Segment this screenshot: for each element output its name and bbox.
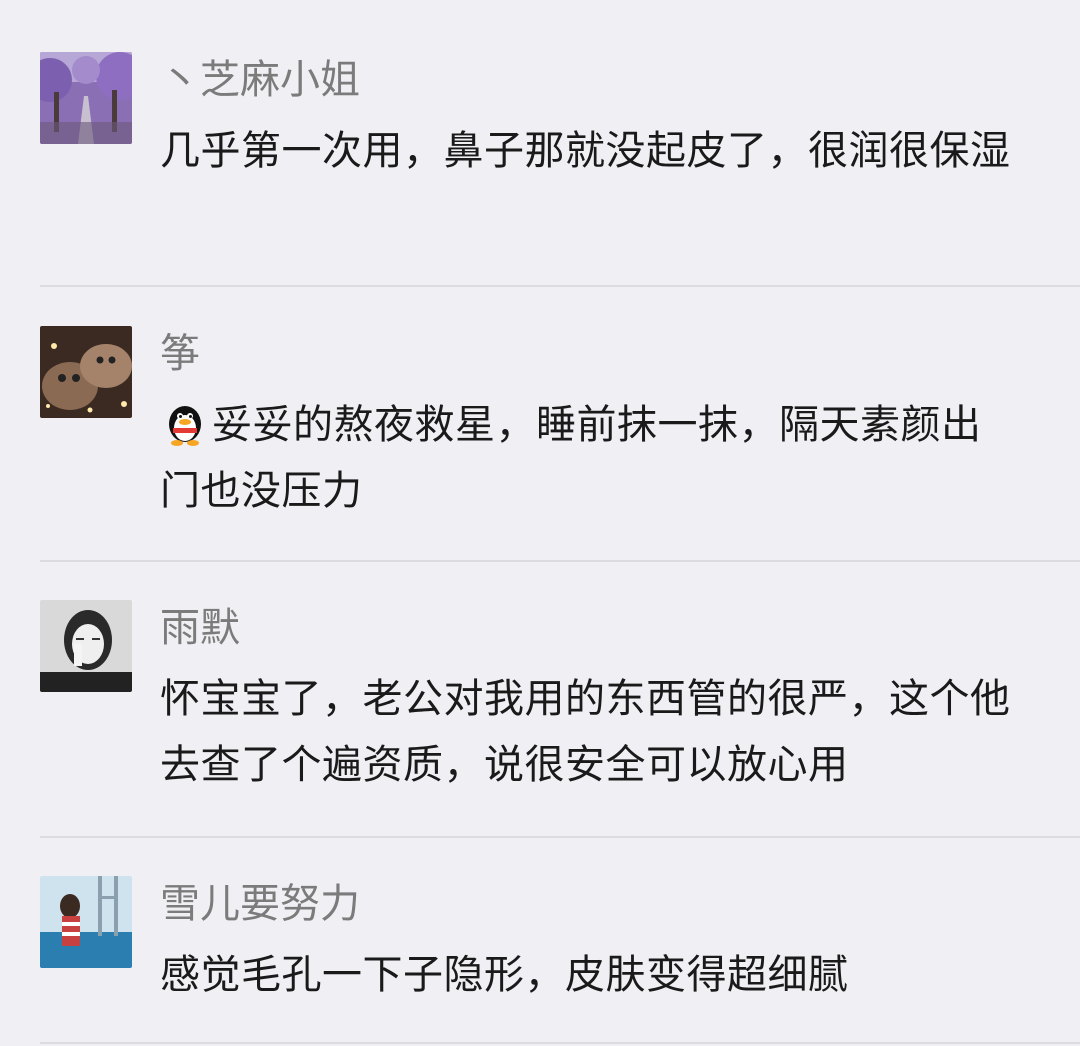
purple-tree-lined-road-photo-icon bbox=[40, 52, 132, 144]
comment-item: 雪儿要努力 感觉毛孔一下子隐形，皮肤变得超细腻 bbox=[0, 838, 1080, 1046]
comment-item: 筝 妥妥的熬夜救星，睡前抹一抹，隔天素颜出门也没压力 bbox=[0, 288, 1080, 562]
comment-item: 丶芝麻小姐 几乎第一次用，鼻子那就没起皮了，很润很保湿 bbox=[0, 0, 1080, 288]
girl-at-pool-photo-icon bbox=[40, 876, 132, 968]
avatar[interactable] bbox=[40, 876, 132, 968]
comment-nickname[interactable]: 筝 bbox=[160, 326, 200, 382]
comment-text-body: 妥妥的熬夜救星，睡前抹一抹，隔天素颜出门也没压力 bbox=[160, 402, 982, 514]
comment-item: 雨默 怀宝宝了，老公对我用的东西管的很严，这个他去查了个遍资质，说很安全可以放心… bbox=[0, 562, 1080, 838]
cat-photo-icon bbox=[40, 326, 132, 418]
comment-nickname[interactable]: 雪儿要努力 bbox=[160, 876, 360, 932]
avatar[interactable] bbox=[40, 326, 132, 418]
comment-nickname[interactable]: 雨默 bbox=[160, 600, 240, 656]
comment-nickname[interactable]: 丶芝麻小姐 bbox=[160, 52, 360, 108]
comment-text: 感觉毛孔一下子隐形，皮肤变得超细腻 bbox=[160, 952, 849, 998]
avatar[interactable] bbox=[40, 52, 132, 144]
girl-selfie-photo-icon bbox=[40, 600, 132, 692]
comment-list: 丶芝麻小姐 几乎第一次用，鼻子那就没起皮了，很润很保湿 筝 妥妥的熬夜救星，睡前… bbox=[0, 0, 1080, 1046]
divider bbox=[40, 285, 1080, 287]
avatar[interactable] bbox=[40, 600, 132, 692]
qq-penguin-icon bbox=[160, 396, 210, 446]
comment-text: 怀宝宝了，老公对我用的东西管的很严，这个他去查了个遍资质，说很安全可以放心用 bbox=[160, 676, 1011, 788]
comment-text: 几乎第一次用，鼻子那就没起皮了，很润很保湿 bbox=[160, 128, 1011, 174]
comment-text: 妥妥的熬夜救星，睡前抹一抹，隔天素颜出门也没压力 bbox=[160, 392, 1020, 524]
divider bbox=[40, 1042, 1080, 1044]
